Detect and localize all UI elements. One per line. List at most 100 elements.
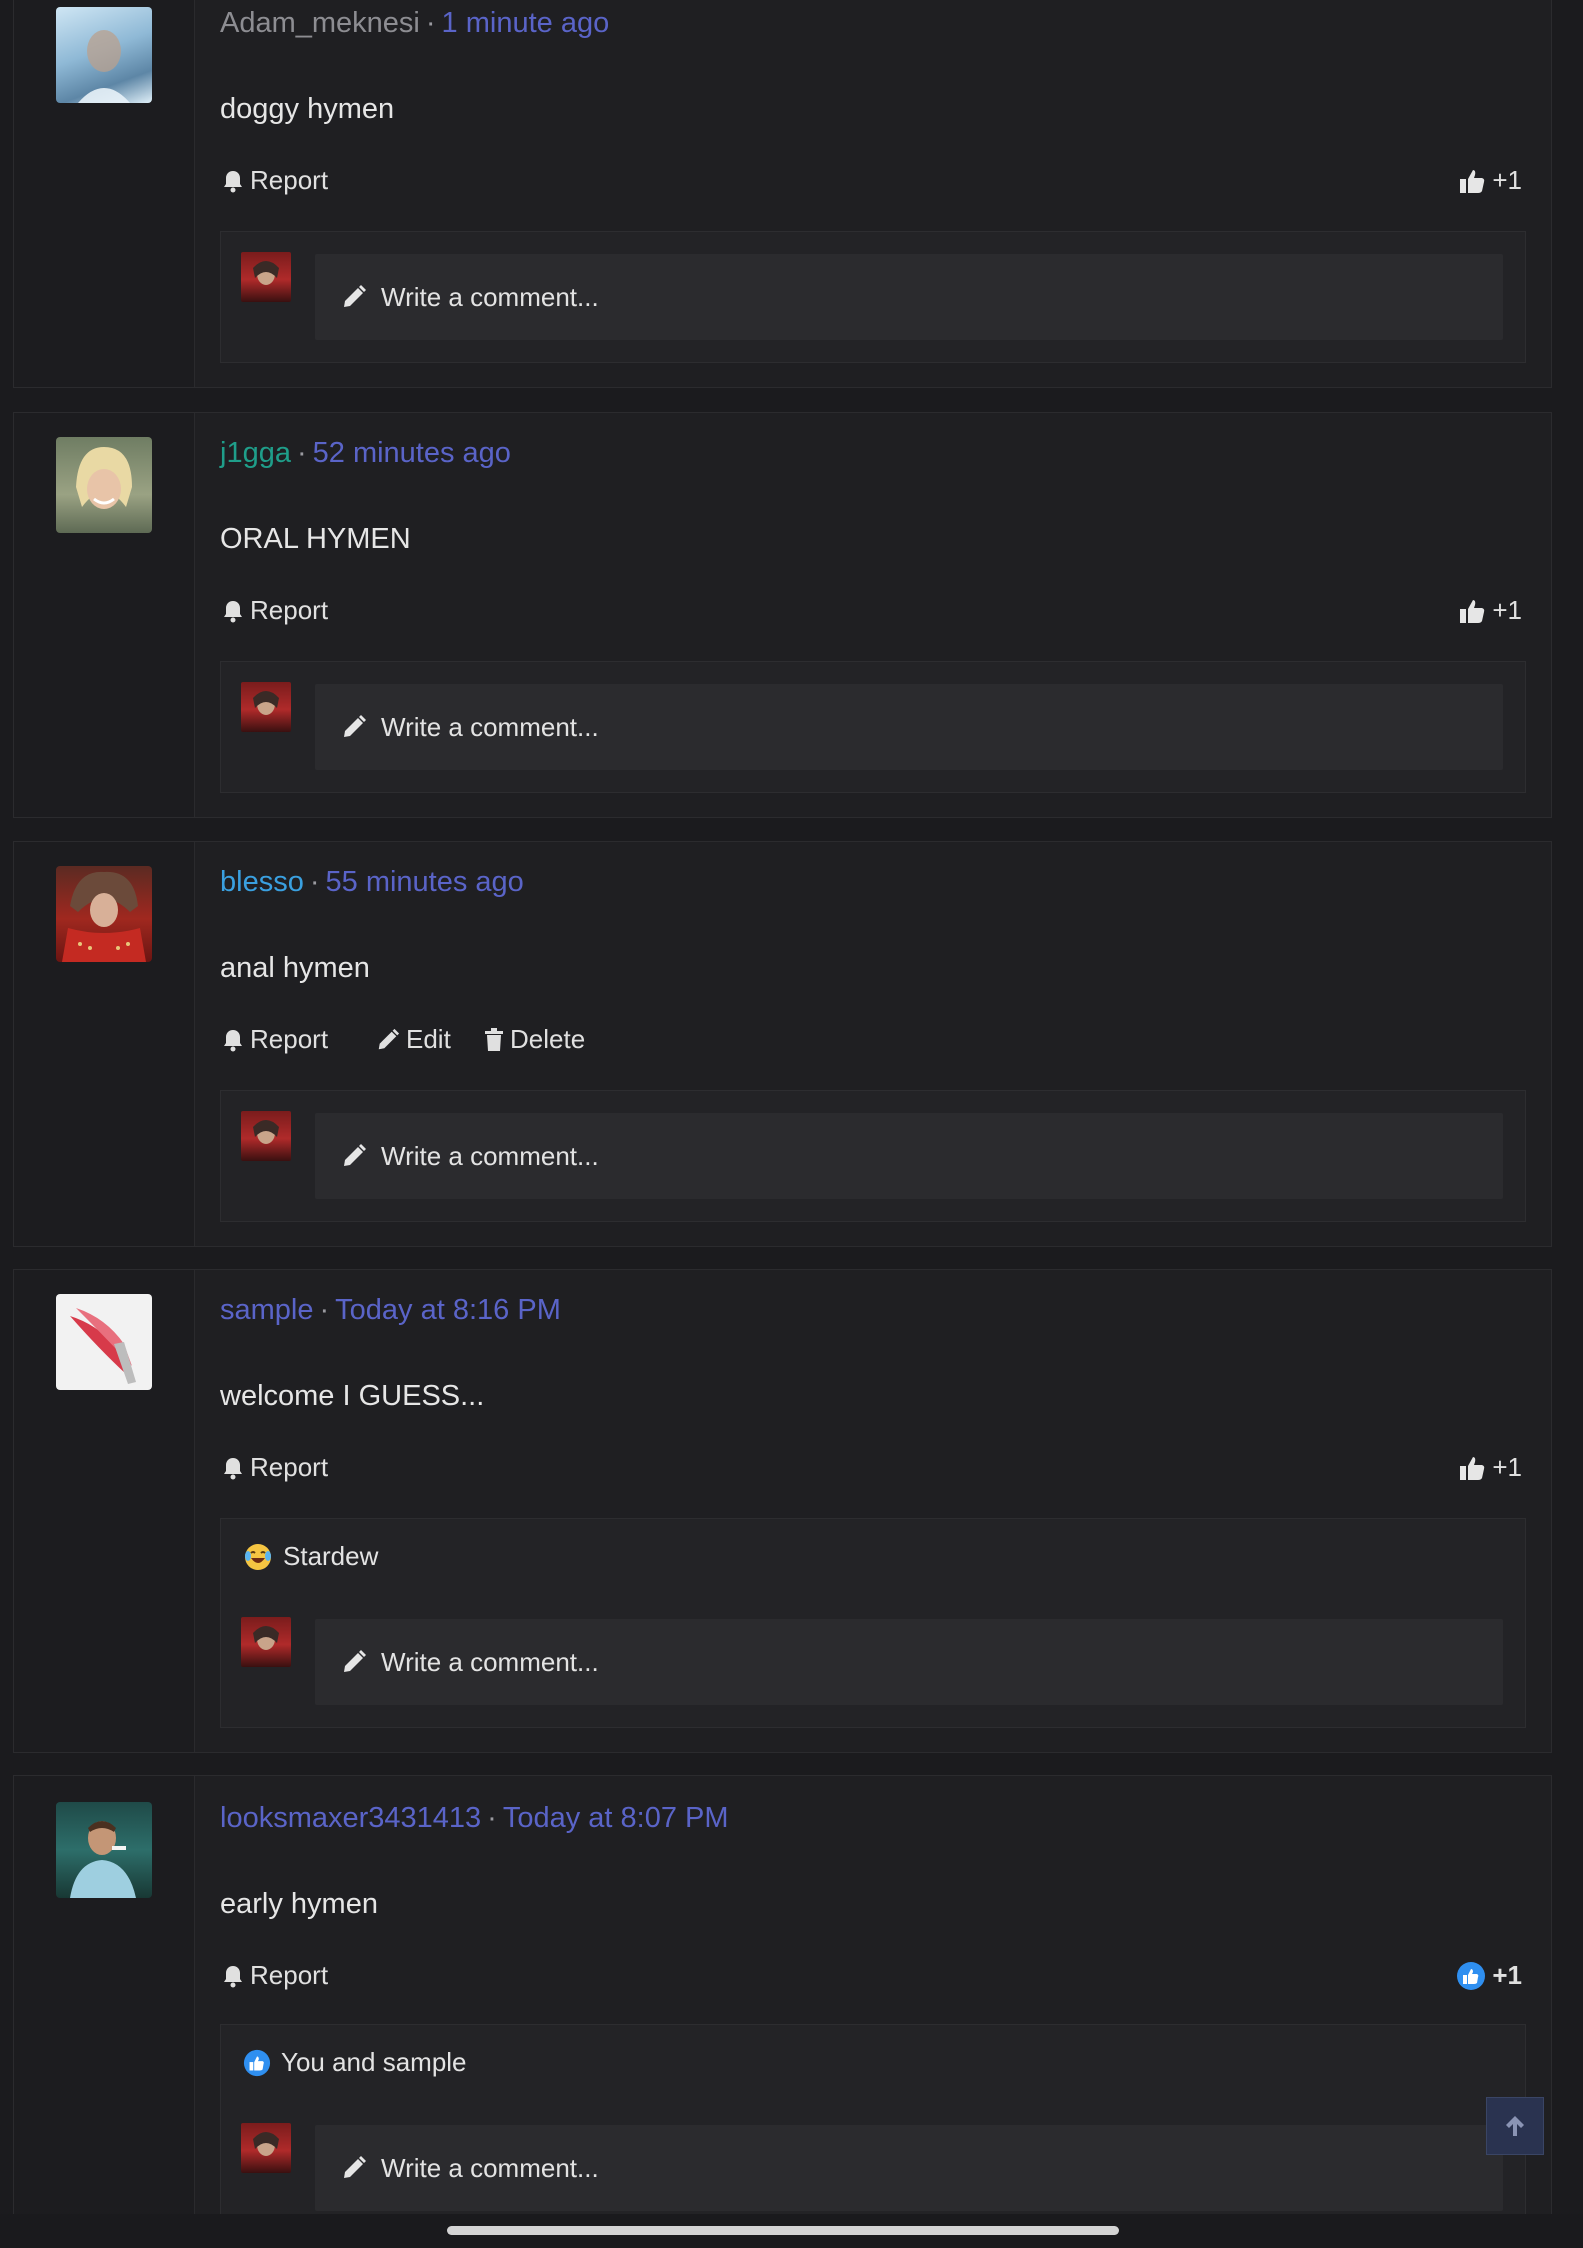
comment-box: Write a comment... — [220, 661, 1526, 793]
edit-button[interactable]: Edit — [376, 1024, 451, 1055]
comment-input[interactable]: Write a comment... — [315, 254, 1503, 340]
meta-separator: · — [425, 7, 436, 39]
thumbs-up-icon — [1460, 169, 1485, 193]
post: looksmaxer3431413 · Today at 8:07 PM early… — [13, 1775, 1552, 2245]
timestamp-link[interactable]: Today at 8:16 PM — [335, 1294, 561, 1326]
thumbs-up-circle-icon — [1457, 1961, 1486, 1990]
timestamp-link[interactable]: 52 minutes ago — [313, 437, 511, 469]
timestamp-link[interactable]: 1 minute ago — [442, 7, 610, 39]
reaction-summary[interactable]: You and sample — [243, 2047, 467, 2078]
bell-icon — [224, 170, 242, 192]
post-actions: Report +1 — [220, 1452, 1526, 1488]
reaction-text: You and sample — [281, 2047, 467, 2077]
bell-icon — [224, 600, 242, 622]
post-meta: j1gga · 52 minutes ago — [220, 437, 511, 470]
comment-input[interactable]: Write a comment... — [315, 1113, 1503, 1199]
username-link[interactable]: looksmaxer3431413 — [220, 1802, 481, 1834]
comment-input[interactable]: Write a comment... — [315, 684, 1503, 770]
post-actions: Report Edit Delete — [220, 1024, 1526, 1060]
like-count: +1 — [1492, 1960, 1522, 1990]
like-button[interactable]: +1 — [1458, 595, 1522, 626]
trash-icon — [485, 1027, 503, 1051]
post-message: welcome I GUESS... — [220, 1380, 485, 1412]
edit-label: Edit — [406, 1024, 451, 1054]
report-button[interactable]: Report — [222, 165, 328, 196]
current-user-avatar — [241, 1617, 291, 1667]
report-button[interactable]: Report — [222, 595, 328, 626]
comment-placeholder: Write a comment... — [381, 281, 599, 312]
post: j1gga · 52 minutes ago ORAL HYMEN Report +… — [13, 412, 1552, 818]
delete-label: Delete — [510, 1024, 586, 1054]
thumbs-up-circle-icon — [243, 2049, 271, 2076]
username-link[interactable]: sample — [220, 1294, 314, 1326]
thumbs-up-icon — [1460, 599, 1485, 623]
report-button[interactable]: Report — [222, 1960, 328, 1991]
post-actions: Report +1 — [220, 165, 1526, 201]
reaction-text: Stardew — [283, 1541, 379, 1571]
pencil-icon — [344, 285, 366, 307]
username-link[interactable]: Adam_meknesi — [220, 7, 420, 39]
avatar[interactable] — [56, 1802, 152, 1898]
pencil-icon — [344, 1650, 366, 1672]
report-button[interactable]: Report — [222, 1024, 328, 1055]
comment-box: You and sample Write a comment... — [220, 2024, 1526, 2234]
current-user-avatar — [241, 252, 291, 302]
timestamp-link[interactable]: Today at 8:07 PM — [503, 1802, 729, 1834]
timestamp-link[interactable]: 55 minutes ago — [326, 866, 524, 898]
meta-separator: · — [319, 1294, 330, 1326]
post: Adam_meknesi · 1 minute ago doggy hymen Re… — [13, 0, 1552, 388]
comment-box: Write a comment... — [220, 231, 1526, 363]
meta-separator: · — [309, 866, 320, 898]
report-label: Report — [250, 1960, 329, 1990]
pencil-icon — [344, 2156, 366, 2178]
like-count: +1 — [1492, 165, 1522, 195]
post-meta: Adam_meknesi · 1 minute ago — [220, 7, 609, 40]
post-body: j1gga · 52 minutes ago ORAL HYMEN Report +… — [220, 413, 1526, 817]
thumbs-up-icon — [1460, 1456, 1485, 1480]
comment-placeholder: Write a comment... — [381, 1140, 599, 1171]
post: blesso · 55 minutes ago anal hymen Report … — [13, 841, 1552, 1247]
post-meta: sample · Today at 8:16 PM — [220, 1294, 561, 1327]
meta-separator: · — [487, 1802, 497, 1834]
bell-icon — [224, 1965, 242, 1987]
username-link[interactable]: blesso — [220, 866, 304, 898]
post-message: early hymen — [220, 1888, 378, 1920]
delete-button[interactable]: Delete — [484, 1024, 585, 1055]
bell-icon — [224, 1457, 242, 1479]
laughing-crying-emoji-icon — [245, 1543, 271, 1570]
pencil-icon — [344, 1144, 366, 1166]
like-button[interactable]: +1 — [1458, 1452, 1522, 1483]
comment-input[interactable]: Write a comment... — [315, 1619, 1503, 1705]
report-button[interactable]: Report — [222, 1452, 328, 1483]
post-meta: blesso · 55 minutes ago — [220, 866, 524, 899]
post-actions: Report +1 — [220, 1960, 1526, 1996]
home-indicator[interactable] — [447, 2226, 1119, 2235]
avatar[interactable] — [56, 1294, 152, 1390]
comment-box: Write a comment... — [220, 1090, 1526, 1222]
like-count: +1 — [1492, 595, 1522, 625]
avatar[interactable] — [56, 437, 152, 533]
avatar[interactable] — [56, 7, 152, 103]
meta-separator: · — [296, 437, 307, 469]
username-link[interactable]: j1gga — [220, 437, 291, 469]
current-user-avatar — [241, 1111, 291, 1161]
bell-icon — [224, 1029, 242, 1051]
current-user-avatar — [241, 682, 291, 732]
scroll-to-top-button[interactable] — [1486, 2097, 1544, 2155]
reaction-summary[interactable]: Stardew — [243, 1541, 378, 1572]
pencil-icon — [378, 1028, 400, 1049]
post-message: doggy hymen — [220, 93, 395, 125]
post-message: anal hymen — [220, 952, 370, 984]
comment-placeholder: Write a comment... — [381, 2152, 599, 2183]
post-body: blesso · 55 minutes ago anal hymen Report … — [220, 842, 1526, 1246]
report-label: Report — [250, 165, 329, 195]
avatar[interactable] — [56, 866, 152, 962]
comment-input[interactable]: Write a comment... — [315, 2125, 1503, 2211]
report-label: Report — [250, 595, 329, 625]
comment-box: Stardew Write a comment... — [220, 1518, 1526, 1728]
like-button[interactable]: +1 — [1458, 165, 1522, 196]
post-body: looksmaxer3431413 · Today at 8:07 PM early… — [220, 1776, 1526, 2244]
post-message: ORAL HYMEN — [220, 523, 411, 555]
pencil-icon — [344, 715, 366, 737]
like-button-active[interactable]: +1 — [1456, 1960, 1522, 1991]
